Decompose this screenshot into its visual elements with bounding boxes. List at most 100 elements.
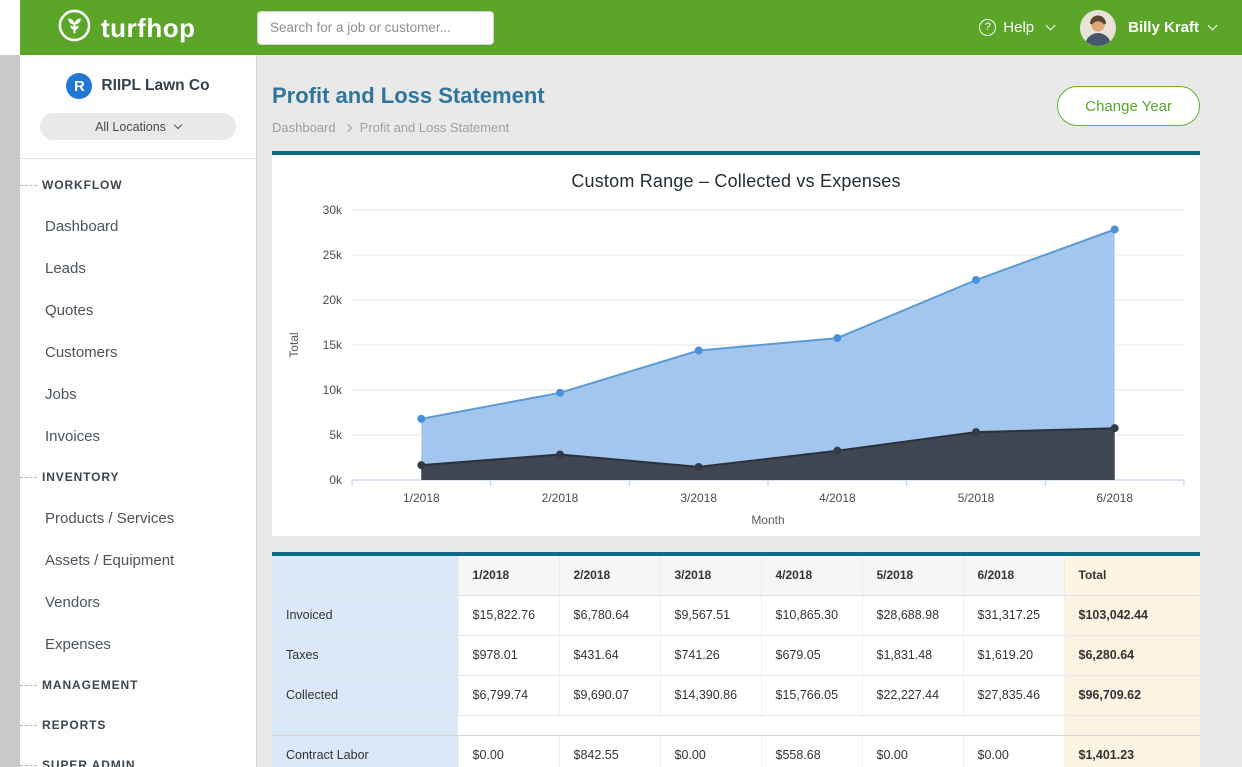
page-header: Profit and Loss Statement Dashboard Prof… xyxy=(272,83,1200,135)
sidebar-section-inventory[interactable]: INVENTORY xyxy=(20,457,256,497)
sidebar-section-super-admin[interactable]: SUPER ADMIN xyxy=(20,745,256,767)
locations-dropdown[interactable]: All Locations xyxy=(40,113,236,140)
company-name: RIIPL Lawn Co xyxy=(101,77,209,95)
table-cell: $28,688.98 xyxy=(862,595,963,635)
svg-text:1/2018: 1/2018 xyxy=(403,491,440,505)
brand-name: turfhop xyxy=(101,15,195,41)
sidebar-item-leads[interactable]: Leads xyxy=(20,247,256,289)
svg-text:10k: 10k xyxy=(323,383,343,397)
main-content: Profit and Loss Statement Dashboard Prof… xyxy=(257,55,1242,767)
svg-text:0k: 0k xyxy=(329,473,343,487)
table-cell: $558.68 xyxy=(761,735,862,767)
company-header[interactable]: R RIIPL Lawn Co xyxy=(20,55,256,99)
sidebar: R RIIPL Lawn Co All Locations WORKFLOWDa… xyxy=(20,55,257,767)
table-header-row: 1/20182/20183/20184/20185/20186/2018Tota… xyxy=(272,556,1200,595)
change-year-button[interactable]: Change Year xyxy=(1057,86,1200,126)
sidebar-item-customers[interactable]: Customers xyxy=(20,331,256,373)
search-input[interactable] xyxy=(257,11,494,45)
chevron-down-icon xyxy=(174,121,182,129)
sidebar-item-assets-equipment[interactable]: Assets / Equipment xyxy=(20,539,256,581)
sidebar-item-vendors[interactable]: Vendors xyxy=(20,581,256,623)
table-row-taxes: Taxes$978.01$431.64$741.26$679.05$1,831.… xyxy=(272,635,1200,675)
user-name[interactable]: Billy Kraft xyxy=(1128,19,1199,36)
column-header xyxy=(272,556,458,595)
table-cell: $6,780.64 xyxy=(559,595,660,635)
table-cell: $14,390.86 xyxy=(660,675,761,715)
locations-label: All Locations xyxy=(95,120,166,134)
svg-text:5k: 5k xyxy=(329,428,343,442)
sidebar-item-expenses[interactable]: Expenses xyxy=(20,623,256,665)
svg-text:3/2018: 3/2018 xyxy=(680,491,717,505)
column-header-5-2018: 5/2018 xyxy=(862,556,963,595)
pnl-table-card: 1/20182/20183/20184/20185/20186/2018Tota… xyxy=(272,552,1200,767)
table-row-collected: Collected$6,799.74$9,690.07$14,390.86$15… xyxy=(272,675,1200,715)
breadcrumb: Dashboard Profit and Loss Statement xyxy=(272,120,1200,135)
column-header-1-2018: 1/2018 xyxy=(458,556,559,595)
table-cell: $679.05 xyxy=(761,635,862,675)
pnl-table: 1/20182/20183/20184/20185/20186/2018Tota… xyxy=(272,556,1200,767)
svg-text:4/2018: 4/2018 xyxy=(819,491,856,505)
breadcrumb-dashboard[interactable]: Dashboard xyxy=(272,120,336,135)
svg-text:Month: Month xyxy=(751,513,784,527)
row-label: Taxes xyxy=(272,635,458,675)
chart-title: Custom Range – Collected vs Expenses xyxy=(272,155,1200,192)
help-icon: ? xyxy=(979,19,996,36)
table-cell: $9,690.07 xyxy=(559,675,660,715)
sidebar-section-management[interactable]: MANAGEMENT xyxy=(20,665,256,705)
row-total: $96,709.62 xyxy=(1064,675,1200,715)
sidebar-item-invoices[interactable]: Invoices xyxy=(20,415,256,457)
table-cell: $9,567.51 xyxy=(660,595,761,635)
topbar-right: ? Help Billy Kraft xyxy=(979,10,1242,46)
svg-text:Total: Total xyxy=(287,332,301,357)
table-cell: $22,227.44 xyxy=(862,675,963,715)
sidebar-item-dashboard[interactable]: Dashboard xyxy=(20,205,256,247)
svg-text:5/2018: 5/2018 xyxy=(958,491,995,505)
column-header-3-2018: 3/2018 xyxy=(660,556,761,595)
column-header-2-2018: 2/2018 xyxy=(559,556,660,595)
company-logo: R xyxy=(66,73,92,99)
table-cell: $978.01 xyxy=(458,635,559,675)
table-cell: $0.00 xyxy=(862,735,963,767)
row-label: Invoiced xyxy=(272,595,458,635)
sidebar-section-reports[interactable]: REPORTS xyxy=(20,705,256,745)
table-cell: $15,766.05 xyxy=(761,675,862,715)
svg-text:30k: 30k xyxy=(323,203,343,217)
table-cell: $15,822.76 xyxy=(458,595,559,635)
table-row-contract-labor: Contract Labor$0.00$842.55$0.00$558.68$0… xyxy=(272,735,1200,767)
breadcrumb-separator-icon xyxy=(343,123,351,131)
table-cell: $1,831.48 xyxy=(862,635,963,675)
table-cell: $431.64 xyxy=(559,635,660,675)
sidebar-item-quotes[interactable]: Quotes xyxy=(20,289,256,331)
user-avatar[interactable] xyxy=(1080,10,1116,46)
table-cell: $10,865.30 xyxy=(761,595,862,635)
chevron-down-icon[interactable] xyxy=(1208,21,1218,31)
sidebar-item-products-services[interactable]: Products / Services xyxy=(20,497,256,539)
brand[interactable]: turfhop xyxy=(20,9,257,47)
help-label: Help xyxy=(1003,19,1034,36)
help-menu[interactable]: ? Help xyxy=(979,19,1054,36)
svg-text:15k: 15k xyxy=(323,338,343,352)
svg-text:25k: 25k xyxy=(323,248,343,262)
pnl-chart: 0k5k10k15k20k25k30k1/20182/20183/20184/2… xyxy=(272,194,1200,534)
table-cell: $31,317.25 xyxy=(963,595,1064,635)
column-header-6-2018: 6/2018 xyxy=(963,556,1064,595)
chevron-down-icon xyxy=(1046,21,1056,31)
sidebar-nav: WORKFLOWDashboardLeadsQuotesCustomersJob… xyxy=(20,159,256,767)
row-total: $1,401.23 xyxy=(1064,735,1200,767)
row-label: Collected xyxy=(272,675,458,715)
chart-card: Custom Range – Collected vs Expenses 0k 5… xyxy=(272,151,1200,536)
row-total: $103,042.44 xyxy=(1064,595,1200,635)
sidebar-section-workflow[interactable]: WORKFLOW xyxy=(20,165,256,205)
app-window: turfhop ? Help Billy Kraft xyxy=(20,0,1242,767)
table-cell: $27,835.46 xyxy=(963,675,1064,715)
topbar: turfhop ? Help Billy Kraft xyxy=(20,0,1242,55)
svg-text:6/2018: 6/2018 xyxy=(1096,491,1133,505)
row-total: $6,280.64 xyxy=(1064,635,1200,675)
sidebar-item-jobs[interactable]: Jobs xyxy=(20,373,256,415)
left-gutter xyxy=(0,0,20,767)
breadcrumb-current: Profit and Loss Statement xyxy=(360,120,510,135)
table-section-gap xyxy=(272,715,1200,735)
table-cell: $1,619.20 xyxy=(963,635,1064,675)
table-row-invoiced: Invoiced$15,822.76$6,780.64$9,567.51$10,… xyxy=(272,595,1200,635)
column-header-total: Total xyxy=(1064,556,1200,595)
